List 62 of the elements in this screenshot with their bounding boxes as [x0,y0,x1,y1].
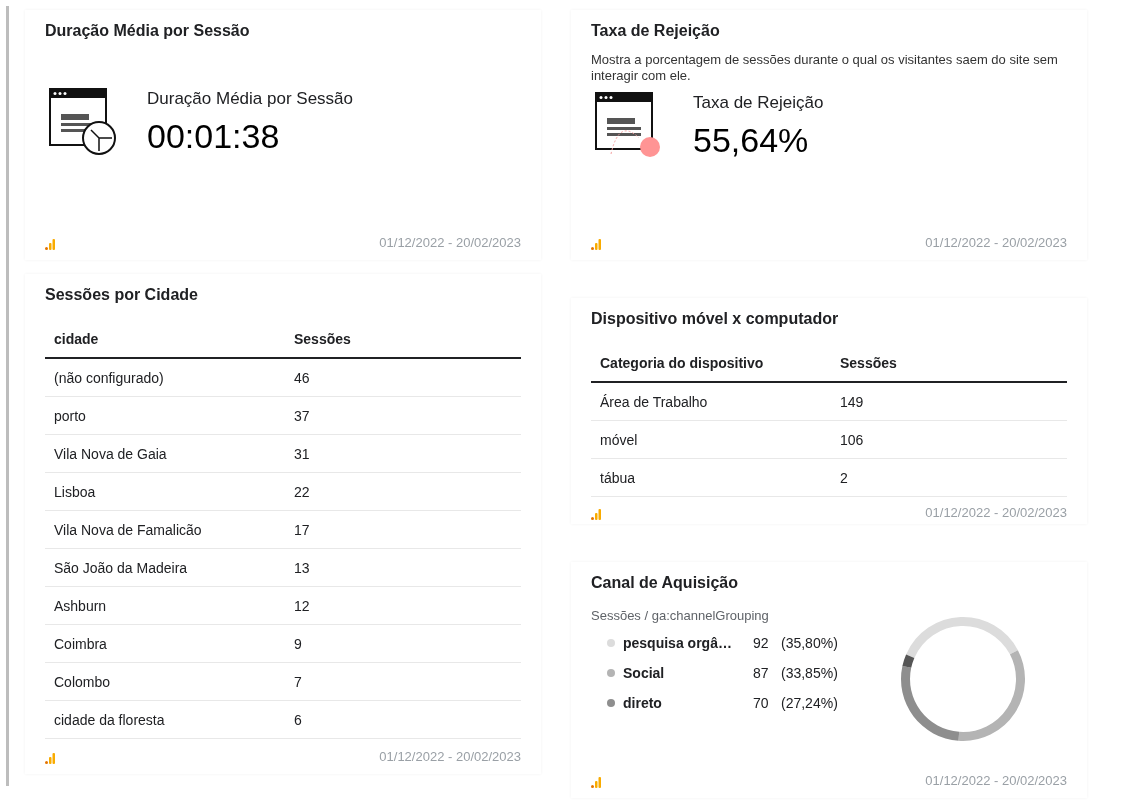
chart-subtitle: Sessões / ga:channelGrouping [591,608,770,623]
analytics-icon [591,777,601,788]
legend-value: 87 [753,665,770,681]
table-cell-text: 6 [293,711,303,728]
metric-value: 55,64% [693,120,810,160]
card-title: Taxa de Rejeição [591,22,721,40]
column-header[interactable]: Sessões [831,354,1067,371]
table-cell-text: Vila Nova de Famalicão [53,521,203,538]
table-cell-text: móvel [599,431,639,448]
column-header[interactable]: cidade [45,330,285,347]
table-cell-text: São João da Madeira [53,559,189,576]
legend-percent: (33,85%) [781,665,839,681]
table-cell-text: Lisboa [53,483,97,500]
analytics-icon [45,239,55,250]
table-cell-text: Coimbra [53,635,108,652]
window-bounce-icon [595,92,663,160]
date-range: 01/12/2022 - 20/02/2023 [925,773,1067,788]
table-cell-text: Vila Nova de Gaia [53,445,168,462]
card-title: Canal de Aquisição [591,574,739,592]
table-cell-text: Ashburn [53,597,108,614]
table-cell-text: porto [53,407,87,424]
table-cell-text: Área de Trabalho [599,393,709,410]
legend-label: direto [623,695,663,711]
metric-label: Taxa de Rejeição [693,92,824,113]
table-cell-text: 17 [293,521,311,538]
column-header[interactable]: Categoria do dispositivo [591,354,831,371]
legend-value: 70 [753,695,770,711]
legend-percent: (27,24%) [781,695,839,711]
table-cell-text: 12 [293,597,311,614]
card-title: Sessões por Cidade [45,286,199,304]
table-cell-text: 37 [293,407,311,424]
table-cell-text: cidade da floresta [53,711,166,728]
table-cell-text: 149 [839,393,865,410]
table-cell-text: 2 [839,469,849,486]
metric-label: Duração Média por Sessão [147,88,353,109]
date-range: 01/12/2022 - 20/02/2023 [379,235,521,250]
card-title: Duração Média por Sessão [45,22,251,40]
table-cell-text: 9 [293,635,303,652]
legend-value: 92 [753,635,770,651]
table-cell-text: 106 [839,431,865,448]
analytics-icon [591,239,601,250]
column-header[interactable]: Sessões [285,330,521,347]
legend-label: pesquisa orgâ… [623,635,733,651]
legend-label: Social [623,665,666,681]
table-cell-text: Colombo [53,673,112,690]
card-description: Mostra a porcentagem de sessões durante o qual os visitantes saem do site sem interagir com ele. [591,52,1059,84]
card-title: Dispositivo móvel x computador [591,310,840,328]
table-cell-text: 13 [293,559,311,576]
date-range: 01/12/2022 - 20/02/2023 [379,749,521,764]
window-clock-icon [49,88,117,156]
table-cell-text: tábua [599,469,637,486]
table-cell-text: 22 [293,483,311,500]
table-cell-text: (não configurado) [53,369,165,386]
table-cell-text: 7 [293,673,303,690]
date-range: 01/12/2022 - 20/02/2023 [925,235,1067,250]
metric-value: 00:01:38 [147,116,281,156]
table-cell-text: 31 [293,445,311,462]
date-range: 01/12/2022 - 20/02/2023 [925,505,1067,520]
legend-percent: (35,80%) [781,635,839,651]
analytics-icon [45,753,55,764]
analytics-icon [591,509,601,520]
table-cell-text: 46 [293,369,311,386]
